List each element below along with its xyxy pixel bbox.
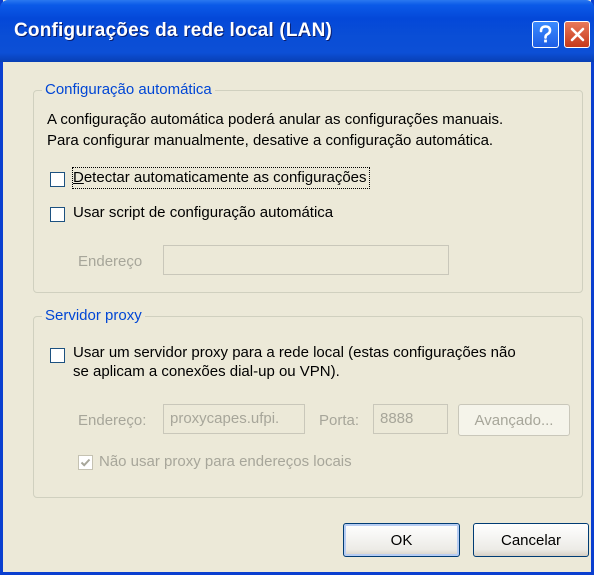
proxy-server-legend: Servidor proxy — [42, 307, 145, 325]
cancel-button[interactable]: Cancelar — [473, 523, 589, 557]
advanced-button[interactable]: Avançado... — [458, 404, 570, 436]
proxy-address-label: Endereço: — [78, 412, 147, 429]
detect-settings-checkbox[interactable] — [50, 172, 65, 187]
auto-config-script-label[interactable]: Usar script de configuração automática — [73, 203, 333, 223]
script-address-input[interactable] — [163, 245, 449, 275]
use-proxy-label-line1[interactable]: Usar um servidor proxy para a rede local… — [73, 343, 516, 363]
detect-settings-label-text: etectar automaticamente as configurações — [83, 169, 367, 186]
lan-settings-dialog: Configurações da rede local (LAN) Config… — [0, 0, 594, 575]
question-mark-icon — [539, 25, 552, 43]
auto-config-description-line2: Para configurar manualmente, desative a … — [47, 132, 494, 149]
detect-settings-label[interactable]: Detectar automaticamente as configuraçõe… — [72, 167, 370, 189]
help-button[interactable] — [532, 21, 559, 48]
close-x-icon — [570, 27, 584, 42]
use-proxy-label-line2[interactable]: se aplicam a conexões dial-up ou VPN). — [73, 362, 340, 382]
use-proxy-checkbox[interactable] — [50, 348, 65, 363]
checkmark-icon — [80, 458, 91, 467]
auto-config-description-line1: A configuração automática poderá anular … — [47, 111, 504, 128]
script-address-label: Endereço — [78, 253, 143, 270]
title-bar[interactable]: Configurações da rede local (LAN) — [0, 0, 594, 62]
auto-config-legend: Configuração automática — [42, 81, 215, 99]
close-button[interactable] — [564, 21, 590, 48]
proxy-port-label: Porta: — [319, 412, 360, 429]
bypass-local-label: Não usar proxy para endereços locais — [99, 453, 352, 470]
auto-config-script-checkbox[interactable] — [50, 207, 65, 222]
window-title: Configurações da rede local (LAN) — [14, 20, 333, 41]
ok-button[interactable]: OK — [343, 523, 460, 557]
proxy-address-input[interactable]: proxycapes.ufpi. — [163, 404, 305, 434]
proxy-port-input[interactable]: 8888 — [373, 404, 448, 434]
bypass-local-checkbox[interactable] — [78, 455, 93, 470]
